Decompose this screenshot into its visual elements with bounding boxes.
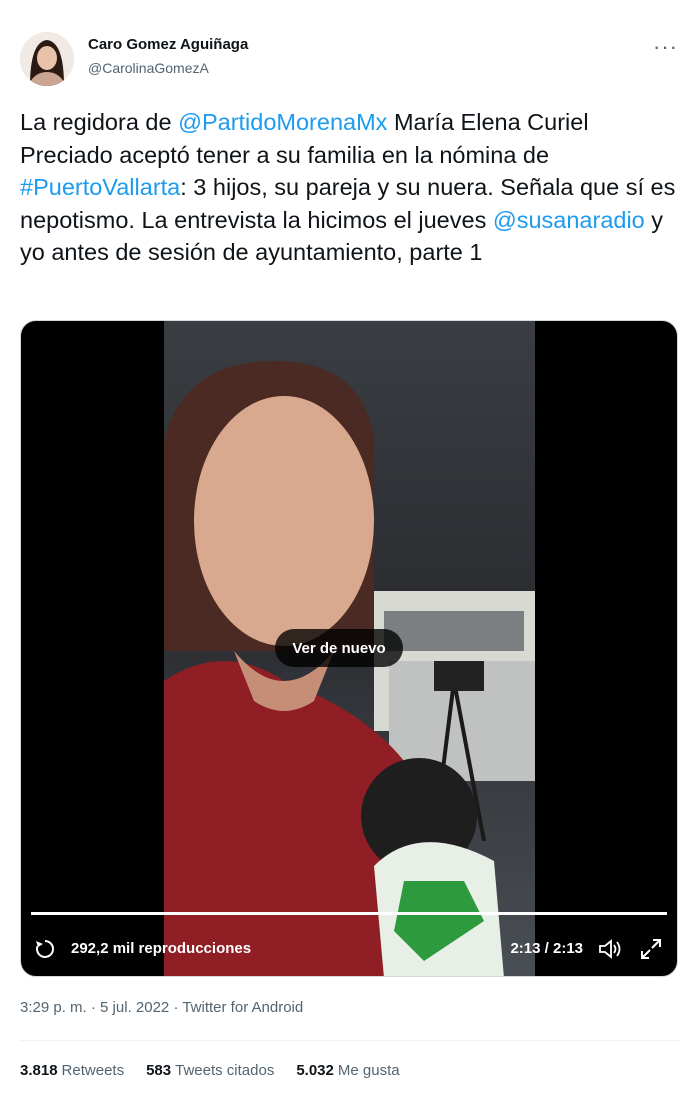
tweet-text-part: La regidora de [20,109,179,135]
replay-icon[interactable] [33,937,57,961]
likes-count: 5.032 [296,1062,334,1079]
tweet-time[interactable]: 3:29 p. m. [20,999,87,1016]
mention-partidomorenamx[interactable]: @PartidoMorenaMx [178,109,387,135]
video-controls: 292,2 mil reproducciones 2:13 / 2:13 [21,931,677,967]
video-player[interactable]: Ver de nuevo 292,2 mil reproducciones 2:… [20,320,678,977]
retweets-label: Retweets [61,1062,125,1079]
author-name[interactable]: Caro Gomez Aguiñaga [88,36,248,53]
tweet-source[interactable]: Twitter for Android [182,999,303,1016]
more-options-icon[interactable]: ··· [653,34,678,60]
quotes-stat[interactable]: 583 Tweets citados [146,1062,274,1079]
mention-susanaradio[interactable]: @susanaradio [493,207,645,233]
tweet-card: Caro Gomez Aguiñaga @CarolinaGomezA ··· … [0,0,700,1103]
likes-stat[interactable]: 5.032 Me gusta [296,1062,399,1079]
tweet-stats: 3.818 Retweets 583 Tweets citados 5.032 Me … [20,1062,400,1079]
volume-icon[interactable] [597,937,623,961]
quotes-count: 583 [146,1062,172,1079]
video-time: 2:13 / 2:13 [510,940,583,957]
progress-fill [31,912,667,915]
meta-separator: · [169,999,183,1016]
tweet-date[interactable]: 5 jul. 2022 [100,999,169,1016]
progress-bar[interactable] [31,912,667,915]
author-handle[interactable]: @CarolinaGomezA [88,60,209,76]
hashtag-puertovallarta[interactable]: #PuertoVallarta [20,174,180,200]
retweets-stat[interactable]: 3.818 Retweets [20,1062,124,1079]
tweet-meta: 3:29 p. m. · 5 jul. 2022 · Twitter for A… [20,999,303,1016]
views-count: 292,2 mil reproducciones [71,940,252,957]
replay-button[interactable]: Ver de nuevo [275,629,403,667]
avatar[interactable] [20,32,74,86]
retweets-count: 3.818 [20,1062,58,1079]
meta-separator: · [86,999,101,1016]
divider [20,1040,680,1041]
likes-label: Me gusta [337,1062,400,1079]
fullscreen-icon[interactable] [639,937,663,961]
tweet-text: La regidora de @PartidoMorenaMx María El… [20,106,680,269]
quotes-label: Tweets citados [175,1062,275,1079]
